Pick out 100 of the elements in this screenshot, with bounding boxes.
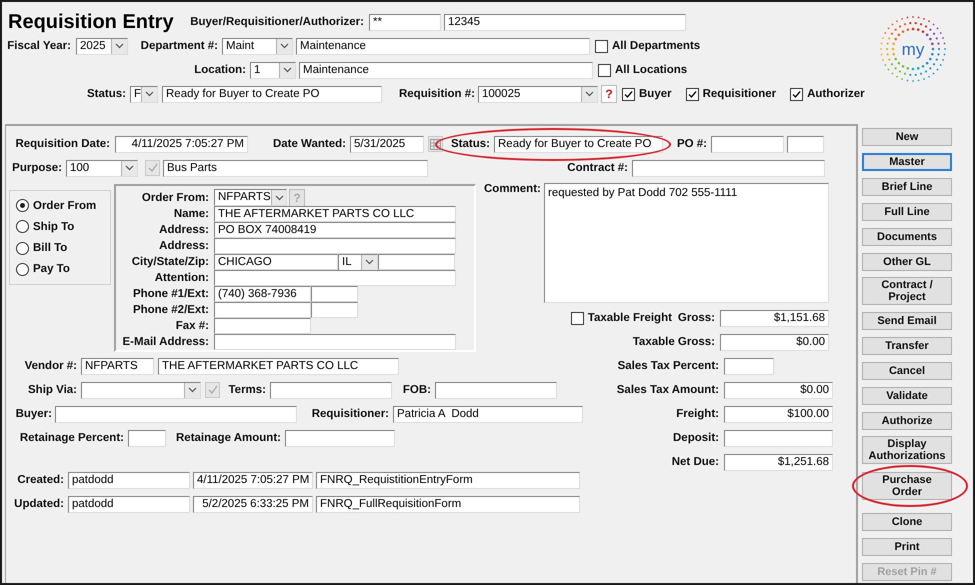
checkbox-icon[interactable] [570,312,584,324]
input-field[interactable] [711,136,784,152]
input-field[interactable]: 5/2/2025 6:33:25 PM [193,496,313,512]
field-label: FOB: [402,384,431,396]
field-label: Location: [193,64,246,76]
input-field[interactable]: FNRQ_FullRequisitionForm [316,496,580,512]
input-field[interactable]: NFPARTS [81,358,154,374]
checkbox[interactable]: Requisitioner [686,88,776,100]
action-button[interactable]: Purchase Order [862,472,952,500]
input-field[interactable] [787,136,824,152]
action-button[interactable]: Cancel [862,362,952,380]
input-field[interactable]: $1,251.68 [724,454,833,470]
input-field[interactable]: $0.00 [720,334,829,350]
checkbox-icon[interactable] [790,88,804,100]
input-field[interactable] [311,302,358,318]
input-field[interactable]: Maintenance [299,62,593,78]
dropdown[interactable]: IL [338,254,378,270]
input-field[interactable]: Ready for Buyer to Create PO [494,136,663,152]
checkbox[interactable]: All Locations [598,64,688,76]
dropdown[interactable]: 2025 [76,38,128,54]
comment-field[interactable]: requested by Pat Dodd 702 555-1111 [544,183,829,303]
input-field[interactable]: 12345 [444,14,686,30]
dropdown[interactable] [81,382,201,398]
input-field[interactable] [55,406,297,422]
chevron-icon [270,190,286,205]
dropdown[interactable]: 100025 [478,86,598,102]
action-button[interactable]: Clone [862,513,952,531]
input-field[interactable] [270,382,392,398]
input-field[interactable] [435,382,557,398]
field-label: Attention: [154,272,209,284]
input-field[interactable]: FNRQ_RequistitionEntryForm [316,472,580,488]
action-button[interactable]: Documents [862,228,952,246]
checkbox-icon[interactable] [595,40,608,52]
input-field[interactable]: CHICAGO [214,254,338,270]
radio-icon[interactable] [16,262,29,276]
input-field[interactable] [214,238,456,254]
dropdown[interactable]: Maint [222,38,293,54]
action-button[interactable]: Transfer [862,337,952,355]
action-button[interactable]: Master [862,153,952,171]
input-field[interactable] [214,302,311,318]
input-field[interactable] [214,318,311,334]
input-field[interactable] [724,430,833,446]
action-button[interactable]: New [862,128,952,146]
action-button[interactable]: Contract / Project [862,277,952,305]
input-field[interactable]: (740) 368-7936 [214,286,311,302]
input-field[interactable]: Maintenance [296,38,590,54]
input-field[interactable]: patdodd [68,472,190,488]
checkbox[interactable]: All Departments [595,40,700,52]
action-button[interactable]: Full Line [862,203,952,221]
dropdown[interactable]: F [130,86,158,102]
checkbox[interactable]: Taxable Freight [570,312,672,324]
checkbox-icon[interactable] [622,88,635,100]
dropdown[interactable]: 100 [66,160,138,176]
input-field[interactable] [378,254,455,270]
input-field[interactable]: Ready for Buyer to Create PO [162,86,382,102]
input-field[interactable] [128,430,166,446]
help-button[interactable]: ? [601,85,617,103]
checkbox[interactable]: Authorizer [790,88,865,100]
radio-icon[interactable] [16,199,29,212]
input-field[interactable] [214,270,456,286]
input-field[interactable] [724,358,774,374]
input-field[interactable]: PO BOX 74008419 [214,222,456,238]
radio-icon[interactable] [16,242,29,255]
input-field[interactable]: 4/11/2025 7:05:27 PM [115,136,248,152]
action-button[interactable]: Validate [862,387,952,405]
input-field[interactable] [214,334,456,350]
radio-button[interactable]: Bill To [16,242,110,255]
field-label: Deposit: [673,432,719,444]
input-field[interactable] [311,286,358,302]
input-field[interactable]: THE AFTERMARKET PARTS CO LLC [158,358,399,374]
dropdown[interactable]: NFPARTS [214,189,287,206]
input-field[interactable] [285,430,395,446]
calendar-icon[interactable] [428,136,443,152]
input-field[interactable]: patdodd [68,496,190,512]
action-button[interactable]: Authorize [862,412,952,430]
input-field[interactable]: 4/11/2025 7:05:27 PM [193,472,313,488]
input-field[interactable]: $0.00 [724,382,833,398]
dropdown[interactable]: 1 [250,62,296,78]
radio-button[interactable]: Ship To [16,220,110,234]
action-button[interactable]: Other GL [862,253,952,271]
chevron-icon [279,62,295,78]
input-field[interactable]: ** [369,14,441,30]
checkbox[interactable]: Buyer [622,88,672,100]
input-field[interactable]: Bus Parts [163,160,428,176]
input-field[interactable]: $100.00 [724,406,833,422]
checkbox-icon[interactable] [686,88,699,100]
radio-icon[interactable] [16,220,29,234]
input-field[interactable]: Patricia A Dodd [393,406,583,422]
action-button[interactable]: Print [862,538,952,556]
radio-button[interactable]: Pay To [16,262,110,276]
action-button[interactable]: Brief Line [862,178,952,196]
input-field[interactable]: THE AFTERMARKET PARTS CO LLC [214,206,456,222]
field-label: Requisitioner: [310,408,389,420]
radio-button[interactable]: Order From [16,199,110,212]
checkbox-icon[interactable] [598,64,611,76]
input-field[interactable]: 5/31/2025 [350,136,424,152]
action-button[interactable]: Display Authorizations [862,436,952,464]
input-field[interactable] [632,160,825,176]
input-field[interactable]: $1,151.68 [720,310,829,326]
action-button[interactable]: Send Email [862,312,952,330]
